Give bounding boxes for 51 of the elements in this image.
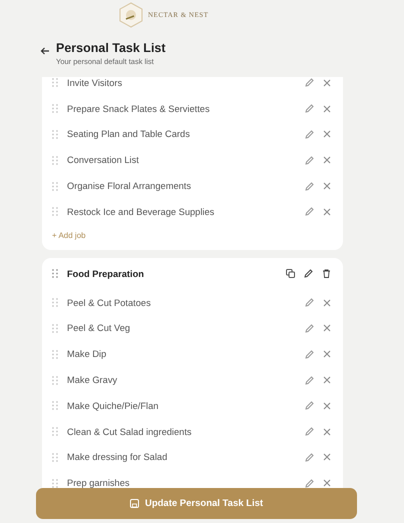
job-label: Peel & Cut Veg (67, 323, 132, 334)
job-label: Prepare Snack Plates & Serviettes (67, 104, 211, 114)
close-icon[interactable] (323, 298, 331, 307)
job-label: Make Gravy (67, 375, 118, 386)
close-icon[interactable] (323, 402, 331, 410)
close-icon[interactable] (323, 78, 331, 87)
drag-handle-icon[interactable] (52, 350, 58, 359)
trash-icon[interactable] (322, 269, 331, 278)
close-icon[interactable] (323, 182, 331, 190)
drag-handle-icon[interactable] (52, 104, 58, 114)
update-button[interactable]: Update Personal Task List (36, 488, 357, 519)
add-job-link[interactable]: + Add job (52, 228, 86, 244)
job-label: Clean & Cut Salad ingredients (67, 426, 193, 437)
drag-handle-icon[interactable] (52, 298, 58, 308)
job-label: Peel & Cut Potatoes (67, 298, 152, 308)
close-icon[interactable] (323, 376, 331, 384)
close-icon[interactable] (323, 350, 331, 358)
close-icon[interactable] (323, 479, 331, 488)
drag-handle-icon[interactable] (52, 452, 58, 462)
drag-handle-icon[interactable] (52, 182, 58, 191)
close-icon[interactable] (323, 324, 331, 332)
edit-icon[interactable] (304, 269, 313, 278)
section-title: Food Preparation (67, 268, 145, 279)
drag-handle-icon[interactable] (52, 269, 58, 278)
close-icon[interactable] (323, 453, 331, 462)
drag-handle-icon[interactable] (52, 78, 58, 88)
job-label: Make Quiche/Pie/Flan (67, 400, 160, 411)
close-icon[interactable] (323, 130, 331, 138)
close-icon[interactable] (323, 156, 331, 164)
save-icon (130, 499, 139, 508)
page-title: Personal Task List (56, 41, 166, 55)
drag-handle-icon[interactable] (52, 376, 58, 385)
job-label: Prep garnishes (67, 478, 131, 488)
close-icon[interactable] (323, 208, 331, 216)
job-label: Make Dip (67, 349, 108, 360)
drag-handle-icon[interactable] (52, 427, 58, 436)
close-icon[interactable] (323, 428, 331, 436)
copy-icon[interactable] (286, 269, 295, 278)
job-label: Conversation List (67, 155, 140, 166)
drag-handle-icon[interactable] (52, 207, 58, 216)
job-label: Seating Plan and Table Cards (67, 129, 191, 140)
drag-handle-icon[interactable] (52, 130, 58, 139)
drag-handle-icon[interactable] (52, 156, 58, 165)
drag-handle-icon[interactable] (52, 401, 58, 410)
drag-handle-icon[interactable] (52, 324, 58, 333)
drag-handle-icon[interactable] (52, 478, 58, 488)
close-icon[interactable] (323, 104, 331, 113)
job-label: Organise Floral Arrangements (67, 181, 192, 192)
job-label: Restock Ice and Beverage Supplies (67, 206, 216, 217)
job-label: Invite Visitors (67, 78, 124, 88)
job-label: Make dressing for Salad (67, 452, 168, 462)
